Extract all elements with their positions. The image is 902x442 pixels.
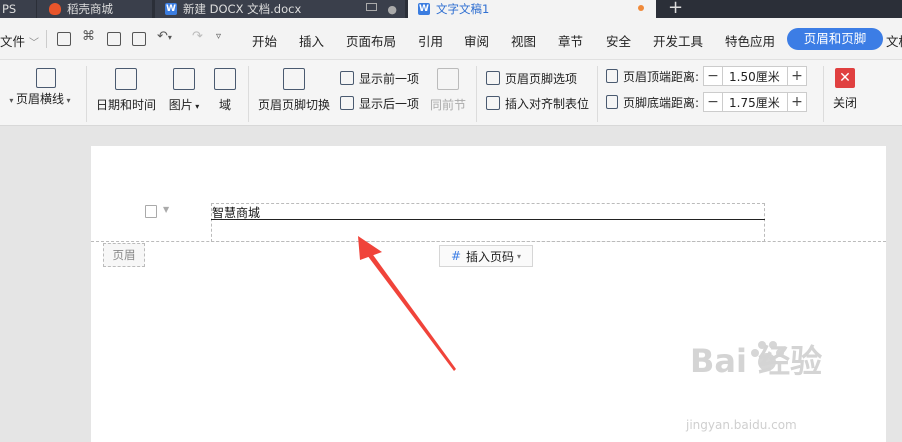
arrow-shaft xyxy=(364,248,456,371)
watermark-url: jingyan.baidu.com xyxy=(686,418,797,432)
watermark-logo: Bai 经验 xyxy=(690,342,823,380)
